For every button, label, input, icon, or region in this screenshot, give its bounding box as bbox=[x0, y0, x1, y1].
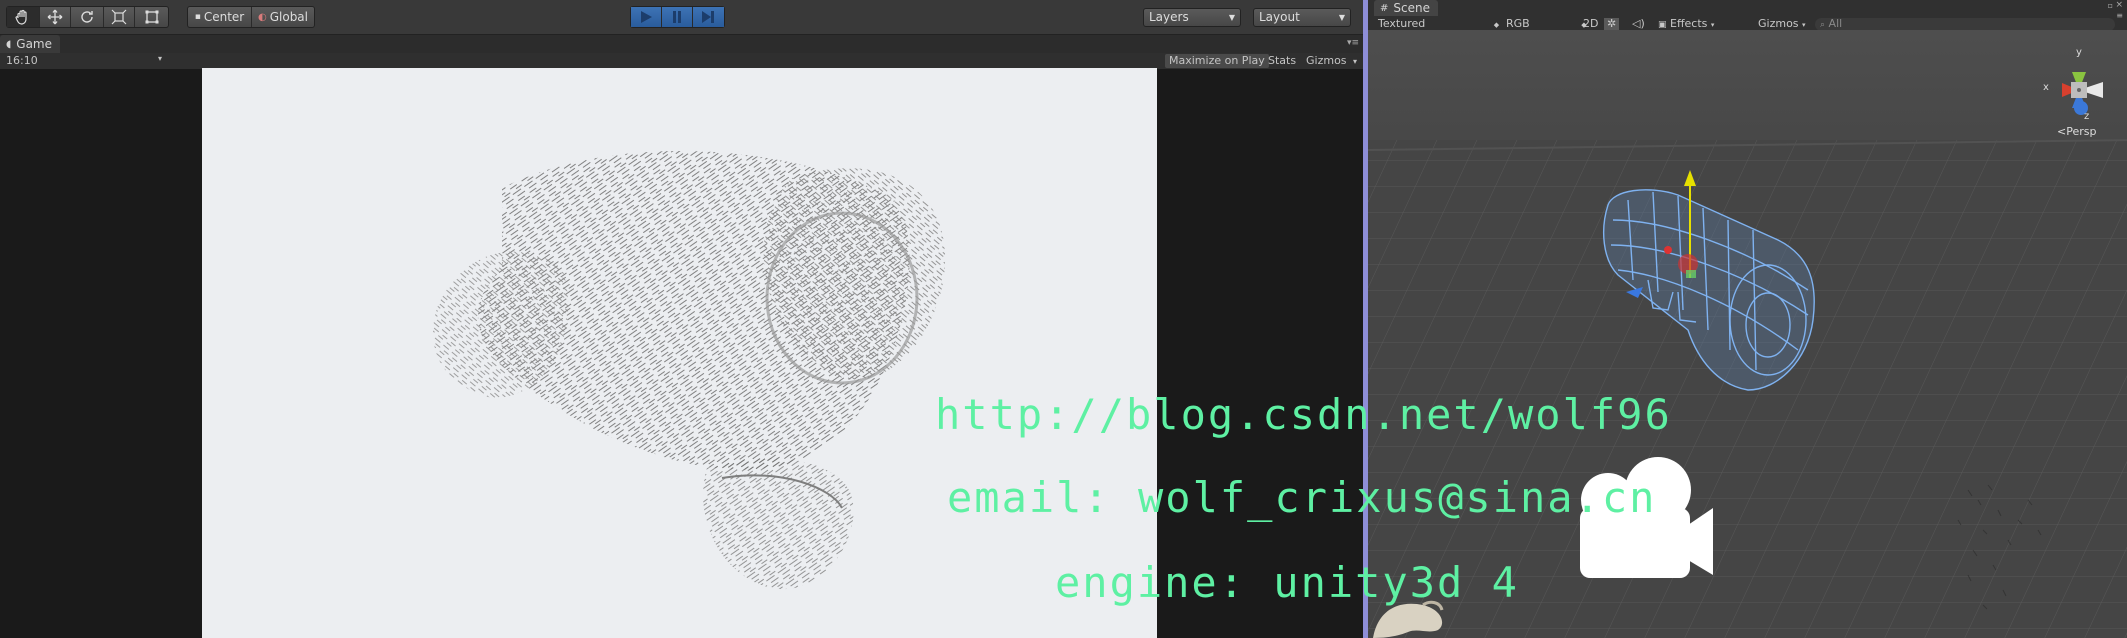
window-max-icon[interactable]: ▫ bbox=[2108, 1, 2113, 10]
chevron-down-icon: ▼ bbox=[1228, 13, 1235, 22]
aspect-label: 16:10 bbox=[6, 54, 38, 67]
game-viewport[interactable] bbox=[202, 68, 1157, 638]
axis-z-label: z bbox=[2084, 111, 2090, 122]
mode-2d-label: 2D bbox=[1583, 17, 1599, 30]
hand-icon bbox=[15, 9, 27, 25]
shading-dropdown[interactable]: Textured ◆ bbox=[1378, 18, 1499, 30]
rect-transform-icon bbox=[145, 10, 159, 24]
image-icon: ▣ bbox=[1658, 20, 1667, 30]
chevron-down-icon: ▼ bbox=[1338, 13, 1345, 22]
watermark-engine: engine: unity3d 4 bbox=[1055, 558, 1519, 607]
render-mode-label: RGB bbox=[1506, 17, 1530, 30]
game-gizmos-label: Gizmos bbox=[1306, 54, 1347, 67]
playback-controls bbox=[630, 6, 725, 28]
layers-label: Layers bbox=[1149, 10, 1189, 24]
tab-scene[interactable]: # Scene bbox=[1374, 0, 1438, 16]
game-panel: ◖ Game ▾≡ 16:10 ▾ Maximize on Play Stats… bbox=[0, 35, 1363, 638]
unity-editor-window: ▪ Center ◐ Global Layers ▼ Layout ▼ ◖ Ga… bbox=[0, 0, 2127, 638]
pivot-center-icon: ▪ bbox=[194, 12, 201, 22]
pause-icon bbox=[673, 11, 681, 23]
chevron-down-icon: ▾ bbox=[157, 54, 162, 63]
rotation-global-button[interactable]: ◐ Global bbox=[252, 7, 314, 27]
play-icon bbox=[641, 11, 653, 23]
lighting-toggle[interactable]: ✲ bbox=[1604, 17, 1620, 30]
rotate-icon bbox=[81, 11, 93, 23]
game-tabbar: ◖ Game ▾≡ bbox=[0, 35, 1363, 53]
chevron-down-icon: ▾ bbox=[1710, 21, 1715, 29]
effects-dropdown[interactable]: ▣ Effects ▾ bbox=[1658, 17, 1715, 31]
aspect-dropdown[interactable]: 16:10 ▾ bbox=[6, 54, 162, 68]
scale-tool-button[interactable] bbox=[104, 7, 136, 27]
window-close-icon[interactable]: × bbox=[2115, 0, 2123, 10]
move-tool-button[interactable] bbox=[40, 7, 72, 27]
move-arrows-icon bbox=[47, 9, 63, 25]
grid-hash-icon: # bbox=[1380, 2, 1389, 14]
layout-dropdown[interactable]: Layout ▼ bbox=[1253, 8, 1351, 27]
panel-menu-icon[interactable]: ▾≡ bbox=[1347, 38, 1359, 48]
scene-header: # Scene ▫ × ≡ Textured ◆ RGB ◆ 2D ✲ ◁) ▣… bbox=[1368, 0, 2127, 31]
scale-icon bbox=[111, 9, 127, 25]
game-gizmos-toggle[interactable]: Gizmos ▾ bbox=[1306, 54, 1357, 69]
scene-panel: # Scene ▫ × ≡ Textured ◆ RGB ◆ 2D ✲ ◁) ▣… bbox=[1363, 0, 2127, 638]
pivot-center-label: Center bbox=[203, 10, 245, 24]
axis-x-label: x bbox=[2043, 82, 2049, 93]
chevron-updown-icon: ◆ bbox=[1493, 21, 1500, 29]
maximize-on-play-toggle[interactable]: Maximize on Play bbox=[1165, 54, 1269, 68]
panel-menu-icon[interactable]: ≡ bbox=[2116, 11, 2123, 20]
shading-label: Textured bbox=[1378, 17, 1426, 30]
chevron-down-icon: ▾ bbox=[1353, 57, 1358, 66]
rotate-tool-button[interactable] bbox=[71, 7, 104, 27]
watermark-blog-url: http://blog.csdn.net/wolf96 bbox=[935, 390, 1672, 439]
persp-label: Persp bbox=[2066, 125, 2097, 138]
stats-toggle[interactable]: Stats bbox=[1268, 54, 1296, 68]
search-icon: ⌕ bbox=[1820, 20, 1826, 30]
rect-tool-button[interactable] bbox=[135, 7, 168, 27]
chevron-left-icon: < bbox=[2057, 125, 2067, 138]
play-button[interactable] bbox=[631, 7, 663, 27]
game-controlbar: 16:10 ▾ Maximize on Play Stats Gizmos ▾ bbox=[0, 53, 1363, 69]
hand-tool-button[interactable] bbox=[7, 7, 40, 27]
scene-viewport[interactable]: y x z <Persp bbox=[1368, 30, 2127, 638]
effects-label: Effects bbox=[1670, 17, 1708, 30]
transform-tools bbox=[6, 6, 169, 28]
layout-label: Layout bbox=[1259, 10, 1300, 24]
scene-gizmos-dropdown[interactable]: Gizmos ▾ bbox=[1758, 18, 1806, 30]
mode-2d-toggle[interactable]: 2D bbox=[1583, 18, 1598, 30]
layers-dropdown[interactable]: Layers ▼ bbox=[1143, 8, 1241, 27]
maximize-label: Maximize on Play bbox=[1169, 54, 1265, 67]
pacman-game-icon: ◖ bbox=[6, 38, 12, 50]
stats-label: Stats bbox=[1268, 54, 1297, 67]
scene-gizmos-label: Gizmos bbox=[1758, 17, 1799, 30]
pivot-toggles: ▪ Center ◐ Global bbox=[187, 6, 315, 28]
axis-y-label: y bbox=[2076, 47, 2082, 58]
search-placeholder: All bbox=[1828, 17, 1843, 30]
tab-scene-label: Scene bbox=[1393, 1, 1430, 15]
step-icon bbox=[702, 11, 715, 23]
watermark-email: email: wolf_crixus@sina.cn bbox=[947, 473, 1657, 522]
tab-game[interactable]: ◖ Game bbox=[0, 35, 61, 53]
pivot-center-button[interactable]: ▪ Center bbox=[188, 7, 252, 27]
step-button[interactable] bbox=[692, 7, 724, 27]
globe-icon: ◐ bbox=[257, 11, 267, 23]
rotation-global-label: Global bbox=[269, 10, 308, 24]
hair-render bbox=[433, 150, 946, 590]
projection-toggle[interactable]: <Persp bbox=[2057, 125, 2096, 138]
scene-render bbox=[1368, 30, 2127, 638]
tab-game-label: Game bbox=[16, 37, 53, 51]
render-mode-dropdown[interactable]: RGB ◆ bbox=[1506, 18, 1587, 30]
audio-toggle[interactable]: ◁) bbox=[1632, 18, 1645, 30]
pause-button[interactable] bbox=[662, 7, 693, 27]
speaker-icon: ◁) bbox=[1632, 17, 1645, 30]
chevron-down-icon: ▾ bbox=[1802, 21, 1806, 29]
sun-icon: ✲ bbox=[1607, 17, 1617, 30]
